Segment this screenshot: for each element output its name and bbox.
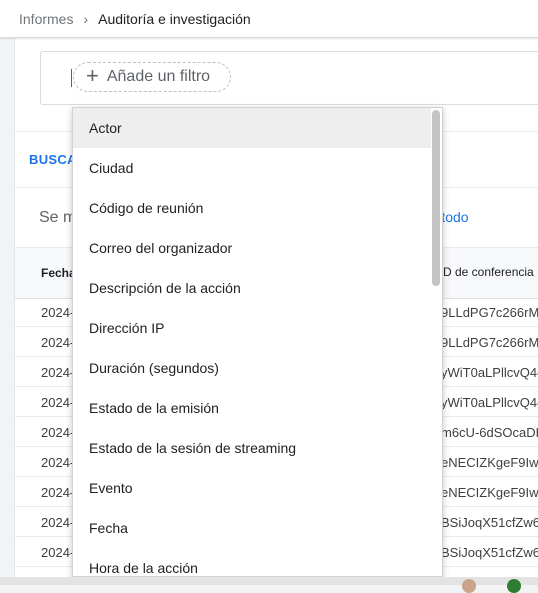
cell-conference-id: yWiT0aLPllcvQ4c bbox=[441, 395, 538, 410]
dropdown-option[interactable]: Ciudad bbox=[73, 148, 431, 188]
filter-box[interactable]: + Añade un filtro bbox=[40, 51, 538, 105]
cell-conference-id: 9LLdPG7c266rM bbox=[441, 305, 538, 320]
dropdown-option[interactable]: Correo del organizador bbox=[73, 228, 431, 268]
status-dot-icon bbox=[507, 579, 521, 593]
dropdown-option[interactable]: Código de reunión bbox=[73, 188, 431, 228]
dropdown-option[interactable]: Estado de la emisión bbox=[73, 388, 431, 428]
text-cursor bbox=[71, 69, 72, 87]
breadcrumb-parent-link[interactable]: Informes bbox=[19, 11, 73, 27]
cell-conference-id: eNECIZKgeF9Iwv bbox=[441, 485, 538, 500]
cell-date: 2024- bbox=[41, 365, 75, 380]
cell-conference-id: eNECIZKgeF9Iwv bbox=[441, 455, 538, 470]
cell-date: 2024- bbox=[41, 485, 75, 500]
info-text: Se m bbox=[39, 209, 77, 226]
cell-conference-id: yWiT0aLPllcvQ4c bbox=[441, 365, 538, 380]
cell-date: 2024- bbox=[41, 515, 75, 530]
dropdown-option[interactable]: Estado de la sesión de streaming bbox=[73, 428, 431, 468]
dropdown-option[interactable]: Actor bbox=[73, 108, 431, 148]
dropdown-option[interactable]: Fecha bbox=[73, 508, 431, 548]
cell-date: 2024- bbox=[41, 335, 75, 350]
plus-icon: + bbox=[86, 63, 99, 88]
cell-date: 2024- bbox=[41, 545, 75, 560]
cell-date: 2024- bbox=[41, 425, 75, 440]
dropdown-option[interactable]: Evento bbox=[73, 468, 431, 508]
dropdown-option[interactable]: Dirección IP bbox=[73, 308, 431, 348]
column-header-conference-id[interactable]: D de conferencia bbox=[443, 265, 534, 279]
cell-conference-id: BSiJoqX51cfZw6 bbox=[441, 515, 538, 530]
avatar-icon[interactable] bbox=[462, 579, 476, 593]
dropdown-scrollbar[interactable] bbox=[432, 110, 440, 286]
dropdown-option[interactable]: Hora de la acción bbox=[73, 548, 431, 576]
column-header-date[interactable]: Fecha bbox=[41, 266, 76, 280]
breadcrumb: Informes › Auditoría e investigación bbox=[0, 0, 538, 38]
cell-date: 2024- bbox=[41, 305, 75, 320]
cell-date: 2024- bbox=[41, 395, 75, 410]
cell-conference-id: BSiJoqX51cfZw6 bbox=[441, 545, 538, 560]
search-button[interactable]: BUSCA bbox=[29, 152, 77, 167]
cell-conference-id: 9LLdPG7c266rM bbox=[441, 335, 538, 350]
add-filter-label: Añade un filtro bbox=[106, 68, 211, 85]
bottom-bar bbox=[0, 577, 538, 585]
cell-conference-id: m6cU-6dSOcaDK bbox=[441, 425, 538, 440]
add-filter-chip[interactable]: + Añade un filtro bbox=[73, 62, 231, 92]
chevron-right-icon: › bbox=[83, 10, 89, 27]
cell-date: 2024- bbox=[41, 455, 75, 470]
filter-dropdown-menu[interactable]: Actor Ciudad Código de reunión Correo del o… bbox=[72, 107, 443, 577]
dropdown-option[interactable]: Descripción de la acción bbox=[73, 268, 431, 308]
dropdown-option[interactable]: Duración (segundos) bbox=[73, 348, 431, 388]
breadcrumb-current: Auditoría e investigación bbox=[98, 10, 251, 27]
